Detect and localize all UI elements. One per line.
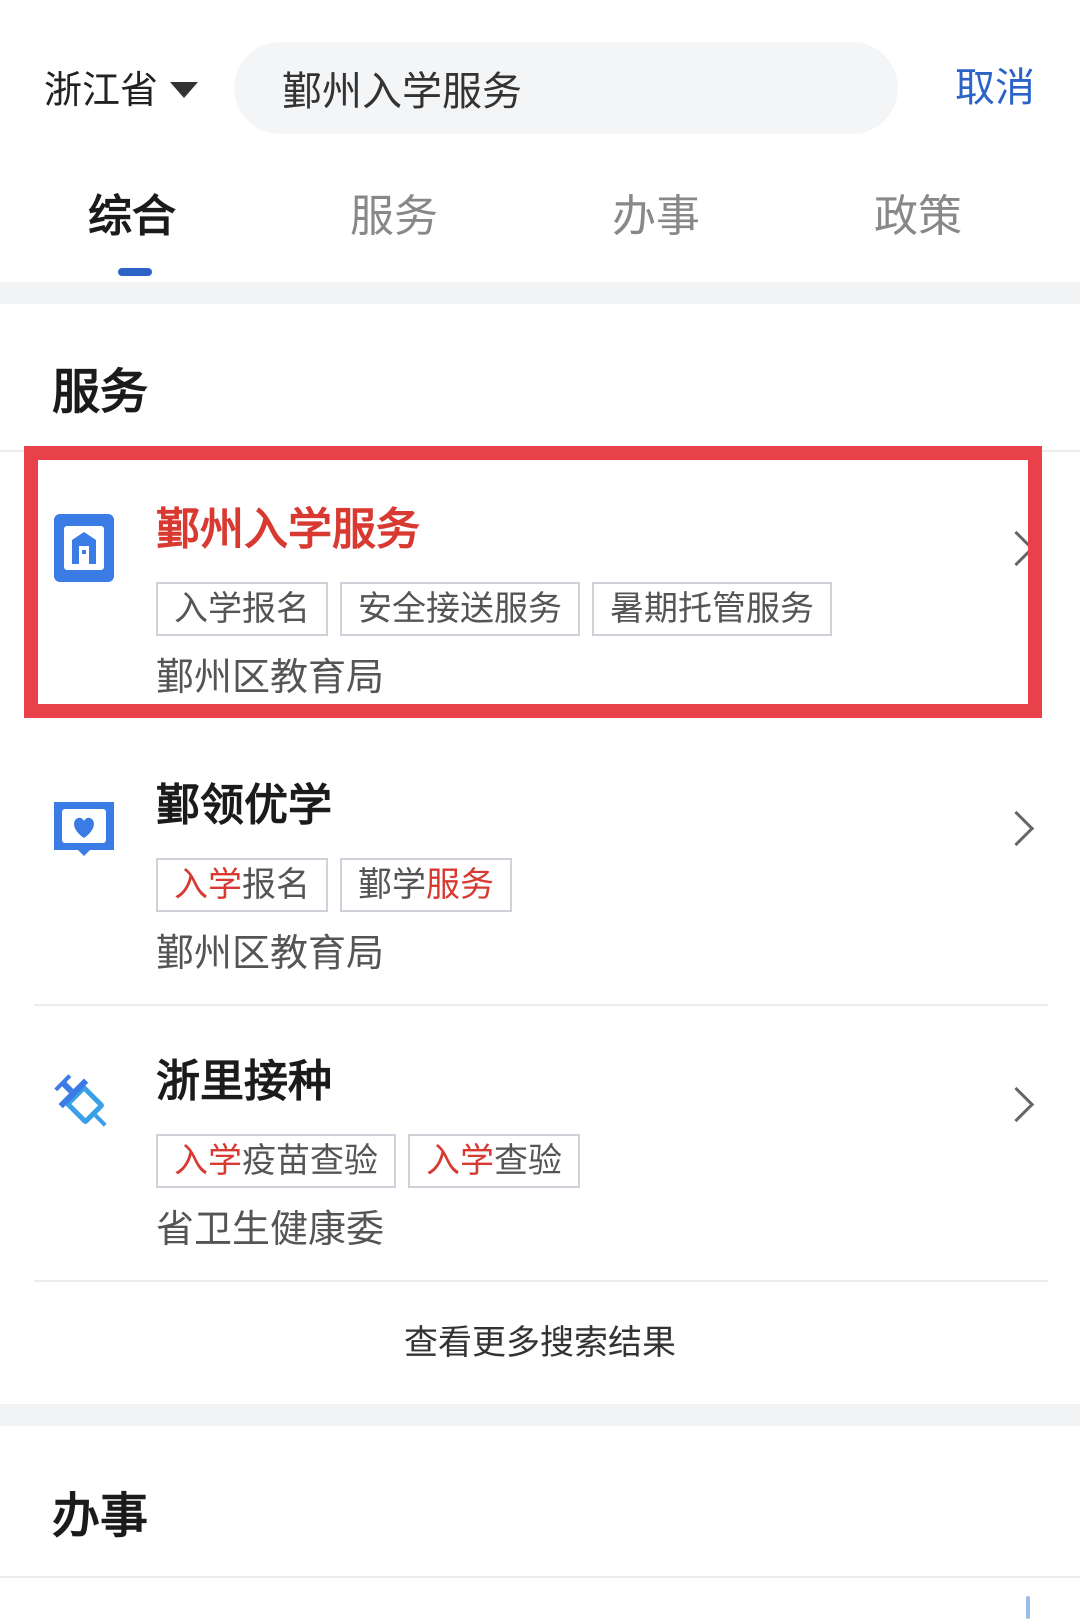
search-box[interactable]: [234, 42, 898, 134]
section-title-affairs: 办事: [52, 1488, 149, 1544]
tab-overview[interactable]: 综合: [88, 182, 176, 252]
cancel-button[interactable]: 取消: [955, 60, 1035, 116]
syringe-icon: [54, 1074, 107, 1127]
tab-affairs[interactable]: 办事: [612, 182, 700, 252]
card-title: 鄞领优学: [156, 780, 332, 831]
section-separator: [0, 282, 1080, 304]
tag[interactable]: 鄞学服务: [340, 858, 512, 912]
tag[interactable]: 入学疫苗查验: [156, 1134, 396, 1188]
section-separator: [0, 1404, 1080, 1426]
caret-down-icon: [170, 82, 199, 98]
scrollbar[interactable]: [1026, 1596, 1030, 1619]
tab-bar: 综合 服务 办事 政策: [0, 182, 1080, 282]
tab-services[interactable]: 服务: [350, 182, 438, 252]
top-bar: 浙江省 取消: [0, 0, 1080, 170]
book-heart-icon: [54, 802, 114, 856]
chevron-right-icon: [998, 1086, 1035, 1123]
tag[interactable]: 入学报名: [156, 858, 328, 912]
section-title-services: 服务: [52, 364, 149, 420]
service-card-vaccination[interactable]: 浙里接种 入学疫苗查验 入学查验 省卫生健康委: [0, 1006, 1080, 1280]
region-selector[interactable]: 浙江省: [44, 62, 199, 118]
card-title: 浙里接种: [156, 1056, 332, 1107]
search-input[interactable]: [280, 64, 844, 112]
region-label: 浙江省: [44, 68, 159, 112]
active-tab-indicator: [118, 268, 152, 276]
highlight-frame: [24, 446, 1042, 718]
chevron-right-icon: [998, 810, 1035, 847]
tag-list: 入学疫苗查验 入学查验: [156, 1134, 580, 1188]
more-results-link[interactable]: 查看更多搜索结果: [0, 1318, 1080, 1368]
org-name: 鄞州区教育局: [156, 931, 385, 975]
tag-list: 入学报名 鄞学服务: [156, 858, 512, 912]
service-card-youxue[interactable]: 鄞领优学 入学报名 鄞学服务 鄞州区教育局: [0, 730, 1080, 1004]
org-name: 省卫生健康委: [156, 1207, 385, 1251]
tag[interactable]: 入学查验: [408, 1134, 580, 1188]
tab-policy[interactable]: 政策: [874, 182, 962, 252]
divider: [34, 1280, 1048, 1282]
divider: [0, 1576, 1080, 1578]
